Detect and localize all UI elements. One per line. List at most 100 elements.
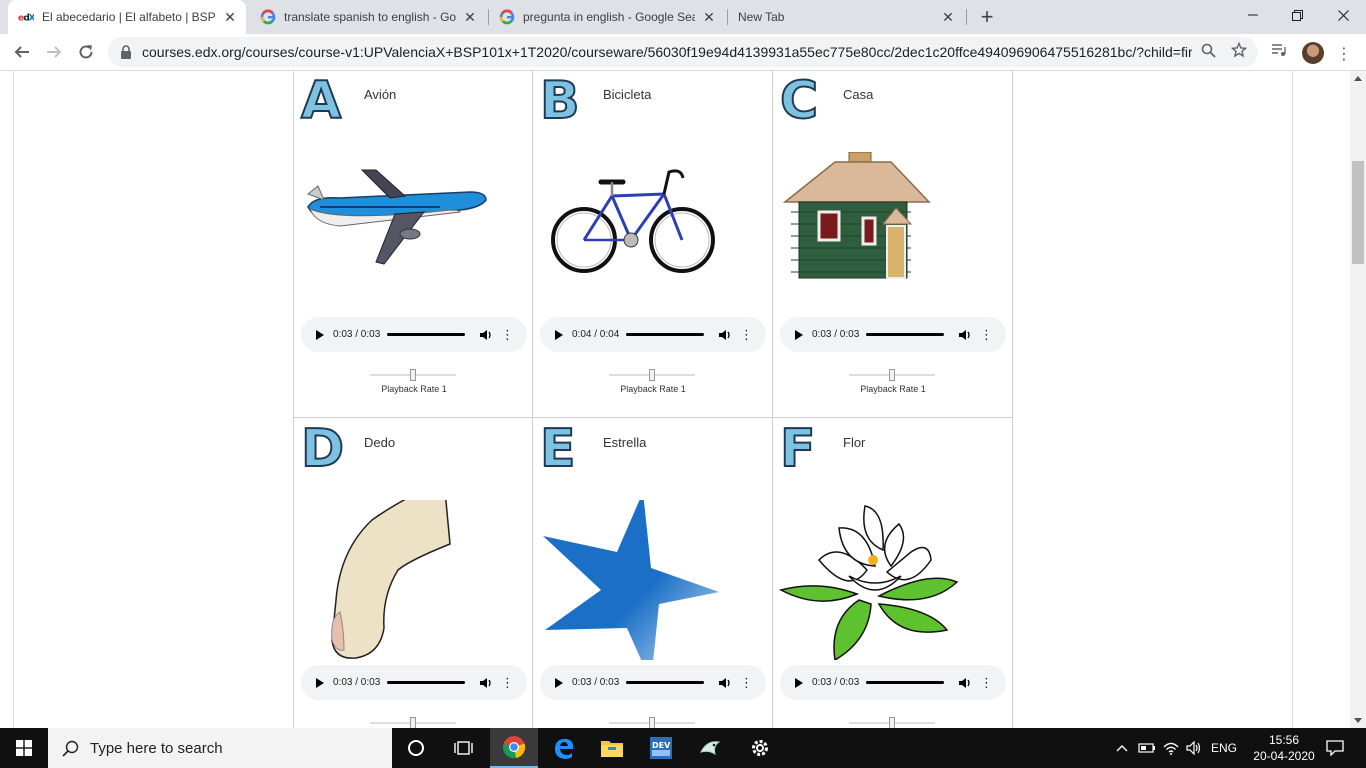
- file-explorer-icon[interactable]: [588, 728, 636, 768]
- settings-gear-icon[interactable]: [736, 728, 784, 768]
- alphabet-card-c: C Casa 0:03 / 0:03 ⋮ Playback Rate 1: [773, 71, 1013, 418]
- slider-thumb[interactable]: [410, 717, 416, 728]
- airplane-image: [307, 169, 487, 265]
- volume-icon[interactable]: [958, 676, 972, 690]
- play-icon[interactable]: [795, 329, 803, 340]
- volume-icon[interactable]: [479, 328, 493, 342]
- clock[interactable]: 15:56 20-04-2020: [1246, 728, 1322, 768]
- audio-progress-bar[interactable]: [626, 681, 704, 684]
- google-icon: [260, 9, 276, 25]
- lock-icon[interactable]: [120, 45, 134, 59]
- audio-progress-bar[interactable]: [387, 681, 465, 684]
- volume-icon[interactable]: [718, 676, 732, 690]
- forward-arrow-icon[interactable]: [40, 38, 68, 66]
- playback-rate-slider[interactable]: [849, 717, 935, 728]
- tab-translate[interactable]: translate spanish to english - Goo ✕: [250, 0, 486, 34]
- volume-tray-icon[interactable]: [1183, 728, 1205, 768]
- audio-progress-bar[interactable]: [866, 333, 944, 336]
- taskbar-search-box[interactable]: Type here to search: [48, 728, 392, 768]
- audio-player[interactable]: 0:04 / 0:04 ⋮: [540, 317, 766, 352]
- close-tab-icon[interactable]: ✕: [462, 9, 478, 25]
- play-icon[interactable]: [316, 329, 324, 340]
- restore-icon[interactable]: [1274, 0, 1320, 30]
- word-label: Casa: [843, 87, 874, 102]
- audio-player[interactable]: 0:03 / 0:03 ⋮: [540, 665, 766, 700]
- letter-glyph: C: [779, 71, 819, 131]
- cortana-icon[interactable]: [392, 728, 440, 768]
- play-icon[interactable]: [555, 329, 563, 340]
- close-tab-icon[interactable]: ✕: [940, 9, 956, 25]
- tab-edx[interactable]: edX El abecedario | El alfabeto | BSP101…: [8, 0, 246, 34]
- playback-rate-slider[interactable]: [370, 717, 456, 728]
- slider-thumb[interactable]: [889, 369, 895, 381]
- media-queue-icon[interactable]: [1270, 41, 1288, 59]
- wifi-icon[interactable]: [1160, 728, 1182, 768]
- more-options-icon[interactable]: ⋮: [501, 675, 514, 691]
- page-scrollbar[interactable]: [1350, 71, 1366, 728]
- address-bar[interactable]: courses.edx.org/courses/course-v1:UPVale…: [108, 37, 1258, 67]
- back-arrow-icon[interactable]: [8, 38, 36, 66]
- battery-icon[interactable]: [1136, 728, 1158, 768]
- more-options-icon[interactable]: ⋮: [740, 675, 753, 691]
- volume-icon[interactable]: [479, 676, 493, 690]
- close-tab-icon[interactable]: ✕: [701, 9, 717, 25]
- close-window-icon[interactable]: [1320, 0, 1366, 30]
- star-image: [543, 500, 719, 660]
- task-view-icon[interactable]: [440, 728, 488, 768]
- bookmark-star-icon[interactable]: [1230, 41, 1248, 59]
- slider-thumb[interactable]: [889, 717, 895, 728]
- playback-rate-slider[interactable]: [370, 369, 456, 381]
- audio-player[interactable]: 0:03 / 0:03 ⋮: [780, 317, 1006, 352]
- play-icon[interactable]: [795, 677, 803, 688]
- slider-thumb[interactable]: [410, 369, 416, 381]
- playback-rate-label: Playback Rate 1: [620, 384, 686, 394]
- alphabet-card-d: D Dedo 0:03 / 0:03 ⋮: [293, 418, 533, 728]
- tab-newtab[interactable]: New Tab ✕: [728, 0, 964, 34]
- more-options-icon[interactable]: ⋮: [980, 675, 993, 691]
- word-label: Estrella: [603, 435, 647, 450]
- profile-avatar[interactable]: [1302, 42, 1324, 64]
- play-icon[interactable]: [316, 677, 324, 688]
- windows-start-icon[interactable]: [0, 728, 48, 768]
- show-hidden-icons-chevron-icon[interactable]: [1113, 728, 1131, 768]
- scroll-down-arrow-icon[interactable]: [1354, 718, 1362, 723]
- reload-icon[interactable]: [72, 38, 100, 66]
- audio-player[interactable]: 0:03 / 0:03 ⋮: [301, 317, 527, 352]
- audio-player[interactable]: 0:03 / 0:03 ⋮: [780, 665, 1006, 700]
- playback-rate-slider[interactable]: [609, 717, 695, 728]
- edge-icon[interactable]: [540, 728, 588, 768]
- more-options-icon[interactable]: ⋮: [980, 327, 993, 343]
- browser-toolbar: courses.edx.org/courses/course-v1:UPVale…: [0, 34, 1366, 71]
- audio-progress-bar[interactable]: [626, 333, 704, 336]
- app-bird-icon[interactable]: [686, 728, 734, 768]
- flower-image: [779, 505, 959, 660]
- audio-progress-bar[interactable]: [387, 333, 465, 336]
- scroll-up-arrow-icon[interactable]: [1354, 76, 1362, 81]
- google-icon: [499, 9, 515, 25]
- audio-progress-bar[interactable]: [866, 681, 944, 684]
- close-tab-icon[interactable]: ✕: [222, 9, 238, 25]
- playback-rate-slider[interactable]: [609, 369, 695, 381]
- chrome-menu-icon[interactable]: ⋮: [1336, 44, 1352, 63]
- new-tab-plus-icon[interactable]: +: [975, 4, 999, 29]
- more-options-icon[interactable]: ⋮: [501, 327, 514, 343]
- slider-thumb[interactable]: [649, 369, 655, 381]
- scrollbar-thumb[interactable]: [1352, 161, 1364, 264]
- audio-player[interactable]: 0:03 / 0:03 ⋮: [301, 665, 527, 700]
- playback-rate-slider[interactable]: [849, 369, 935, 381]
- audio-time: 0:03 / 0:03: [333, 329, 381, 340]
- alphabet-card-f: F Flor 0:03 / 0:03 ⋮: [773, 418, 1013, 728]
- language-indicator[interactable]: ENG: [1207, 728, 1241, 768]
- tab-pregunta[interactable]: pregunta in english - Google Sea ✕: [489, 0, 725, 34]
- slider-thumb[interactable]: [649, 717, 655, 728]
- volume-icon[interactable]: [958, 328, 972, 342]
- more-options-icon[interactable]: ⋮: [740, 327, 753, 343]
- dev-app-icon[interactable]: DEV: [637, 728, 685, 768]
- notifications-icon[interactable]: [1320, 728, 1350, 768]
- chrome-taskbar-icon[interactable]: [490, 728, 538, 768]
- volume-icon[interactable]: [718, 328, 732, 342]
- play-icon[interactable]: [555, 677, 563, 688]
- minimize-icon[interactable]: [1230, 0, 1276, 30]
- zoom-search-icon[interactable]: [1199, 41, 1217, 59]
- letter-glyph: A: [300, 71, 342, 131]
